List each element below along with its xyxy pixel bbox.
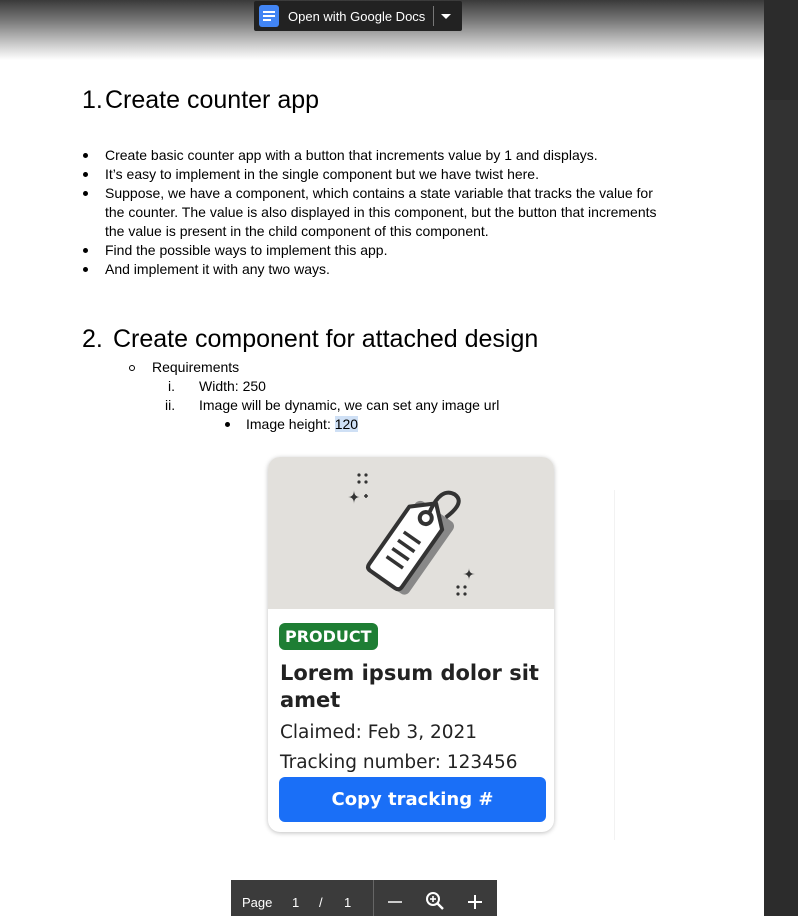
heading-counter-app: 1.Create counter app (82, 86, 319, 115)
copy-tracking-button[interactable]: Copy tracking # (279, 777, 546, 822)
list-marker: ii. (165, 397, 176, 413)
google-docs-icon (259, 5, 279, 27)
open-with-label: Open with Google Docs (288, 8, 426, 24)
product-badge: PRODUCT (279, 623, 378, 650)
chevron-down-icon[interactable] (441, 13, 452, 19)
divider (614, 490, 615, 840)
list-item: Suppose, we have a component, which cont… (82, 184, 670, 241)
claimed-date: Claimed: Feb 3, 2021 (280, 722, 478, 743)
requirement-image: Image will be dynamic, we can set any im… (199, 397, 500, 413)
total-pages: 1 (344, 895, 352, 910)
heading-text: Create counter app (105, 86, 320, 114)
heading-number: 1. (82, 86, 103, 114)
hollow-bullet-icon (129, 365, 135, 371)
counter-app-bullet-list: Create basic counter app with a button t… (82, 146, 682, 279)
zoom-out-icon[interactable] (386, 893, 404, 911)
product-card: PRODUCT Lorem ipsum dolor sit amet Claim… (268, 457, 554, 832)
list-item: And implement it with any two ways. (82, 260, 682, 279)
requirement-width: Width: 250 (199, 378, 266, 394)
page-controls: Page 1 / 1 (231, 880, 497, 916)
list-item: It’s easy to implement in the single com… (82, 165, 682, 184)
zoom-reset-icon[interactable] (425, 891, 445, 911)
selected-text: 120 (334, 416, 359, 432)
heading-component-design: 2. Create component for attached design (82, 325, 538, 354)
divider (433, 6, 435, 26)
heading-text: Create component for attached design (113, 325, 539, 353)
list-item: Create basic counter app with a button t… (82, 146, 682, 165)
zoom-in-icon[interactable] (466, 893, 484, 911)
current-page-input[interactable]: 1 (292, 895, 299, 910)
list-marker: i. (168, 378, 175, 394)
scrollbar-track[interactable] (764, 100, 798, 500)
heading-number: 2. (82, 325, 103, 353)
page-label: Page (242, 895, 273, 910)
list-item: Find the possible ways to implement this… (82, 241, 682, 260)
tracking-number: Tracking number: 123456 (280, 752, 518, 773)
price-tag-icon (348, 473, 475, 596)
divider (373, 880, 374, 916)
page-separator: / (319, 895, 323, 910)
viewer-side-panel (764, 0, 798, 916)
bullet-icon (225, 422, 230, 427)
open-with-google-docs-button[interactable]: Open with Google Docs (254, 1, 462, 31)
card-image (268, 457, 554, 609)
requirement-image-height: Image height: 120 (246, 415, 359, 434)
image-height-label: Image height: (246, 416, 335, 432)
requirements-label: Requirements (152, 359, 240, 375)
card-title: Lorem ipsum dolor sit amet (280, 661, 539, 712)
